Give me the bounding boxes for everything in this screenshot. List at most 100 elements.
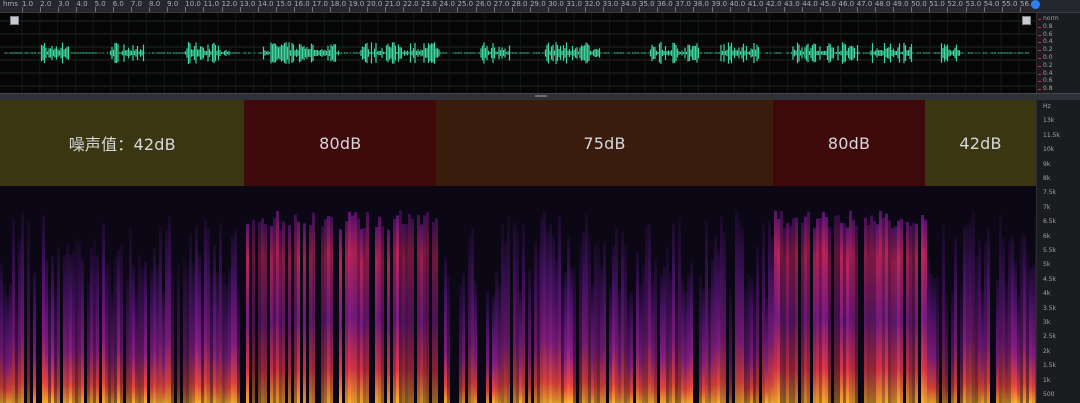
ruler-tick: 41.0 bbox=[747, 0, 764, 12]
ruler-tick: 40.0 bbox=[729, 0, 746, 12]
noise-band: 42dB bbox=[925, 100, 1036, 186]
amplitude-label: 0.2 bbox=[1038, 61, 1053, 69]
ruler-tick: 43.0 bbox=[784, 0, 800, 12]
ruler-tick: 11.0 bbox=[203, 0, 220, 12]
ruler-tick: 16.0 bbox=[294, 0, 310, 12]
frequency-label: 1k bbox=[1043, 376, 1051, 384]
ruler-tick: 7.0 bbox=[130, 0, 142, 12]
frequency-label: 7k bbox=[1043, 203, 1051, 211]
ruler-tick: 8.0 bbox=[149, 0, 161, 12]
amplitude-label: 0.2 bbox=[1038, 46, 1053, 54]
ruler-tick: 31.0 bbox=[566, 0, 582, 12]
frequency-label: 5k bbox=[1043, 261, 1051, 269]
ruler-tick: 52.0 bbox=[947, 0, 963, 12]
play-icon[interactable] bbox=[1031, 0, 1040, 9]
ruler-tick: 13.0 bbox=[239, 0, 256, 12]
spectrogram-panel[interactable]: 噪声值：42dB 80dB 75dB 80dB 42dB bbox=[0, 100, 1036, 403]
ruler-tick: 32.0 bbox=[584, 0, 601, 12]
frequency-scale: Hz 13k 11.5k 10k 9k 8k 7.5k 7k 6.5k 6k 5.5k 5k 4.5k 4… bbox=[1036, 100, 1080, 403]
waveform-view bbox=[0, 13, 1036, 93]
ruler-tick: 29.0 bbox=[530, 0, 546, 12]
frequency-label: 4k bbox=[1043, 290, 1051, 298]
ruler-tick: 19.0 bbox=[348, 0, 365, 12]
ruler-tick: 42.0 bbox=[765, 0, 782, 12]
frequency-label: 2.5k bbox=[1043, 333, 1057, 341]
expand-icon[interactable] bbox=[10, 16, 19, 25]
ruler-tick: 44.0 bbox=[802, 0, 818, 12]
frequency-label: 6k bbox=[1043, 232, 1051, 240]
splitter-grip[interactable] bbox=[535, 95, 547, 97]
amplitude-label: 0.4 bbox=[1038, 69, 1053, 77]
frequency-label: 9k bbox=[1043, 160, 1051, 168]
amplitude-label: 0.8 bbox=[1038, 22, 1053, 30]
noise-band-label: 噪声值：42dB bbox=[68, 135, 176, 154]
amplitude-label: 0.8 bbox=[1038, 85, 1053, 93]
ruler-tick: 48.0 bbox=[874, 0, 891, 12]
ruler-tick: 30.0 bbox=[548, 0, 564, 12]
frequency-label: 8k bbox=[1043, 175, 1051, 182]
ruler-tick: 17.0 bbox=[312, 0, 328, 12]
waveform-panel[interactable] bbox=[0, 13, 1036, 93]
ruler-tick: 50.0 bbox=[911, 0, 927, 12]
noise-band: 80dB bbox=[244, 100, 437, 186]
ruler-tick: 27.0 bbox=[493, 0, 510, 12]
ruler-tick: 24.0 bbox=[439, 0, 455, 12]
noise-band-label: 80dB bbox=[319, 133, 362, 153]
ruler-tick: 47.0 bbox=[856, 0, 873, 12]
amplitude-label: norm bbox=[1038, 15, 1059, 22]
frequency-label: 13k bbox=[1043, 117, 1055, 125]
waveform-signal bbox=[3, 42, 1030, 64]
amplitude-label: 0.0 bbox=[1038, 54, 1053, 61]
noise-band: 75dB bbox=[436, 100, 773, 186]
ruler-tick: 54.0 bbox=[983, 0, 1000, 12]
ruler-tick: 55.0 bbox=[1001, 0, 1018, 12]
ruler-tick: 10.0 bbox=[185, 0, 201, 12]
ruler-tick: 28.0 bbox=[511, 0, 528, 12]
frequency-label: 6.5k bbox=[1043, 218, 1057, 226]
noise-band-label: 42dB bbox=[959, 133, 1002, 153]
frequency-label: 10k bbox=[1043, 146, 1055, 154]
ruler-tick: 34.0 bbox=[620, 0, 637, 12]
noise-band-label: 80dB bbox=[827, 133, 871, 153]
ruler-tick: 1.0 bbox=[22, 0, 34, 12]
frequency-label: 2k bbox=[1043, 347, 1051, 355]
ruler-tick: 5.0 bbox=[94, 0, 106, 12]
ruler-tick: 20.0 bbox=[366, 0, 383, 12]
ruler-tick: 23.0 bbox=[421, 0, 437, 12]
waveform-amplitude-scale: norm 0.8 0.6 0.4 0.2 0.0 0.2 0.4 0.6 0.8 bbox=[1036, 13, 1080, 93]
frequency-label: 5.5k bbox=[1043, 247, 1057, 254]
amplitude-label: 0.4 bbox=[1038, 38, 1053, 46]
noise-band: 80dB bbox=[772, 100, 926, 186]
ruler-tick: 46.0 bbox=[838, 0, 855, 12]
ruler-tick: 38.0 bbox=[693, 0, 709, 12]
ruler-tick: 2.0 bbox=[40, 0, 52, 12]
timeline-ruler[interactable]: hms 1.0 2.0 3.0 4.0 5.0 6.0 7.0 8.0 9.0 10.0 11.0 1… bbox=[0, 0, 1080, 13]
ruler-tick: 3.0 bbox=[58, 0, 70, 12]
frequency-label: 3.5k bbox=[1043, 304, 1057, 312]
ruler-tick: 37.0 bbox=[675, 0, 691, 12]
collapse-icon[interactable] bbox=[1022, 16, 1031, 25]
ruler-tick: 22.0 bbox=[403, 0, 419, 12]
noise-band-label: 75dB bbox=[583, 133, 626, 153]
frequency-label: 3k bbox=[1043, 319, 1051, 326]
frequency-label: 11.5k bbox=[1043, 131, 1060, 139]
ruler-tick: 14.0 bbox=[257, 0, 274, 12]
ruler-tick: 6.0 bbox=[112, 0, 124, 12]
ruler-tick: 15.0 bbox=[276, 0, 292, 12]
time-unit-label: hms bbox=[3, 0, 18, 8]
noise-band: 噪声值：42dB bbox=[0, 100, 245, 186]
ruler-tick: 51.0 bbox=[929, 0, 945, 12]
frequency-label: 500 bbox=[1043, 391, 1055, 398]
ruler-tick: 33.0 bbox=[602, 0, 619, 12]
ruler-tick: 26.0 bbox=[475, 0, 492, 12]
ruler-tick: 12.0 bbox=[221, 0, 238, 12]
ruler-tick: 35.0 bbox=[638, 0, 655, 12]
ruler-tick: 36.0 bbox=[657, 0, 673, 12]
ruler-tick: 39.0 bbox=[711, 0, 728, 12]
amplitude-label: 0.6 bbox=[1038, 77, 1053, 85]
frequency-label: Hz bbox=[1043, 103, 1051, 110]
frequency-label: 7.5k bbox=[1043, 189, 1057, 197]
ruler-tick: 18.0 bbox=[330, 0, 347, 12]
ruler-tick: 45.0 bbox=[820, 0, 836, 12]
ruler-tick: 49.0 bbox=[892, 0, 909, 12]
